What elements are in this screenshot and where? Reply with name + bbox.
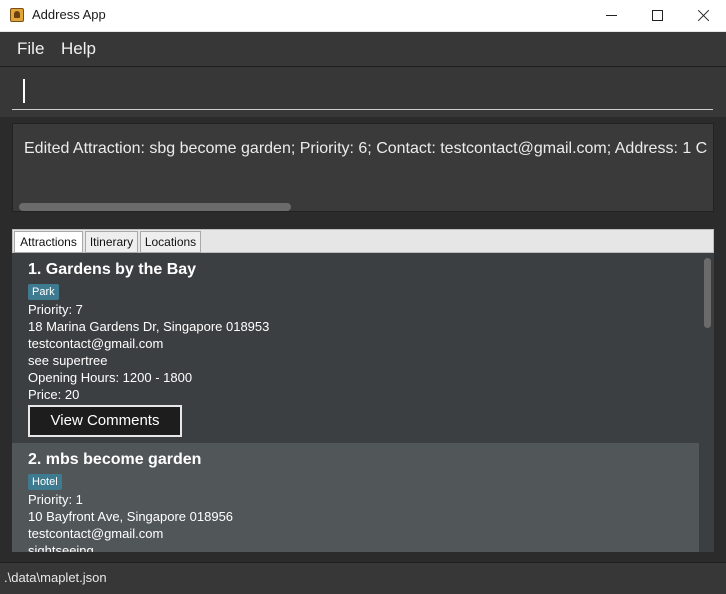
result-text: Edited Attraction: sbg become garden; Pr…: [24, 140, 708, 157]
minimize-icon: [605, 15, 617, 16]
view-comments-button[interactable]: View Comments: [28, 405, 182, 437]
app-icon: [10, 8, 24, 22]
tab-bar: Attractions Itinerary Locations: [12, 229, 714, 253]
window-title: Address App: [32, 7, 106, 22]
title-bar: Address App: [0, 0, 726, 32]
command-input[interactable]: [12, 76, 713, 110]
attraction-hours: Opening Hours: 1200 - 1800: [28, 370, 193, 385]
close-icon: [697, 9, 710, 22]
tab-locations[interactable]: Locations: [140, 231, 201, 253]
attraction-card[interactable]: 2. mbs become garden Hotel Priority: 1 1…: [12, 443, 699, 552]
attraction-index: 1.: [28, 261, 42, 278]
attraction-activity: sightseeing: [28, 543, 94, 552]
command-box: [0, 67, 726, 117]
data-file-path: .\data\maplet.json: [4, 570, 107, 585]
minimize-button[interactable]: [588, 0, 634, 31]
menu-help[interactable]: Help: [61, 39, 96, 59]
tab-itinerary[interactable]: Itinerary: [85, 231, 138, 253]
text-caret: [23, 79, 25, 103]
attraction-contact: testcontact@gmail.com: [28, 526, 164, 541]
attraction-tag: Park: [28, 284, 59, 300]
attraction-list: 1. Gardens by the Bay Park Priority: 7 1…: [12, 253, 714, 552]
maximize-button[interactable]: [634, 0, 680, 31]
result-display: Edited Attraction: sbg become garden; Pr…: [12, 123, 714, 212]
menu-bar: File Help: [0, 32, 726, 67]
attraction-address: 10 Bayfront Ave, Singapore 018956: [28, 509, 234, 524]
close-button[interactable]: [680, 0, 726, 31]
attraction-price: Price: 20: [28, 387, 80, 402]
attraction-title: 2. mbs become garden: [28, 451, 201, 469]
vertical-scrollbar[interactable]: [701, 253, 714, 552]
attraction-tag: Hotel: [28, 474, 62, 490]
attraction-title: 1. Gardens by the Bay: [28, 261, 196, 279]
maximize-icon: [651, 10, 663, 21]
attraction-contact: testcontact@gmail.com: [28, 336, 164, 351]
tab-attractions[interactable]: Attractions: [14, 231, 83, 253]
result-display-area: Edited Attraction: sbg become garden; Pr…: [0, 117, 726, 218]
horizontal-scrollbar[interactable]: [19, 203, 291, 211]
attraction-priority: Priority: 7: [28, 302, 83, 317]
attraction-name: Gardens by the Bay: [45, 261, 197, 278]
menu-file[interactable]: File: [17, 39, 44, 59]
vertical-scrollbar-thumb[interactable]: [704, 258, 711, 328]
attraction-priority: Priority: 1: [28, 492, 83, 507]
attraction-index: 2.: [28, 451, 42, 468]
attraction-card[interactable]: 1. Gardens by the Bay Park Priority: 7 1…: [12, 253, 699, 443]
attraction-name: mbs become garden: [45, 451, 202, 468]
attraction-address: 18 Marina Gardens Dr, Singapore 018953: [28, 319, 270, 334]
attraction-activity: see supertree: [28, 353, 108, 368]
status-bar: .\data\maplet.json: [0, 562, 726, 594]
